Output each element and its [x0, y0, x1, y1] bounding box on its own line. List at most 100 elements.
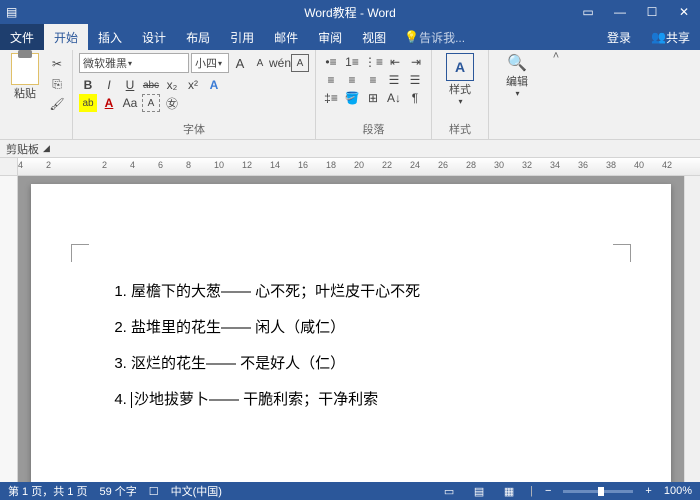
list-item[interactable]: 屋檐下的大葱—— 心不死；叶烂皮干心不死: [131, 274, 611, 310]
ruler[interactable]: 4224681012141618202224262830323436384042: [0, 158, 700, 176]
change-case-button[interactable]: Aa: [121, 94, 139, 112]
align-left-button[interactable]: ≡: [322, 71, 340, 89]
tell-me-label: 告诉我...: [419, 29, 465, 46]
tab-view[interactable]: 视图: [352, 24, 396, 50]
share-button[interactable]: 👥 共享: [641, 24, 700, 50]
font-size-value: 小四: [195, 55, 217, 71]
shading-button[interactable]: 🪣: [343, 89, 361, 107]
font-size-select[interactable]: 小四▾: [191, 53, 229, 73]
read-mode-button[interactable]: ▭: [440, 484, 458, 498]
zoom-thumb[interactable]: [598, 487, 604, 496]
zoom-level[interactable]: 100%: [664, 485, 692, 497]
zoom-slider[interactable]: [563, 490, 633, 493]
horizontal-ruler[interactable]: 4224681012141618202224262830323436384042: [18, 158, 700, 175]
dialog-launcher-icon[interactable]: ◢: [43, 143, 50, 154]
bullets-button[interactable]: •≡: [322, 53, 340, 71]
page-count[interactable]: 第 1 页，共 1 页: [8, 483, 87, 499]
tab-references[interactable]: 引用: [220, 24, 264, 50]
sort-button[interactable]: A↓: [385, 89, 403, 107]
styles-dropdown-icon[interactable]: ▾: [459, 97, 463, 106]
bold-button[interactable]: B: [79, 76, 97, 94]
vertical-ruler[interactable]: [0, 176, 18, 482]
tell-me[interactable]: 💡 告诉我...: [396, 24, 473, 50]
char-border-button[interactable]: A: [291, 54, 309, 72]
proofing-icon[interactable]: ☐: [149, 485, 159, 498]
ruler-mark: 4: [18, 160, 23, 170]
paste-button[interactable]: 粘贴: [6, 53, 44, 101]
copy-button[interactable]: ⎘: [48, 75, 66, 93]
ruler-mark: 24: [410, 160, 420, 170]
list-item[interactable]: 沤烂的花生—— 不是好人（仁）: [131, 346, 611, 382]
clipboard-pane-label[interactable]: 剪贴板 ◢: [0, 140, 700, 158]
collapse-ribbon-button[interactable]: ˄: [545, 50, 567, 139]
line-spacing-button[interactable]: ‡≡: [322, 89, 340, 107]
align-center-button[interactable]: ≡: [343, 71, 361, 89]
tab-insert[interactable]: 插入: [88, 24, 132, 50]
ruler-mark: 32: [522, 160, 532, 170]
multilevel-button[interactable]: ⋮≡: [364, 53, 383, 71]
format-painter-button[interactable]: 🖌: [48, 95, 66, 113]
distributed-button[interactable]: ☰: [406, 71, 424, 89]
zoom-out-button[interactable]: −: [545, 485, 551, 497]
styles-icon[interactable]: A: [446, 53, 474, 81]
italic-button[interactable]: I: [100, 76, 118, 94]
font-group-label: 字体: [79, 119, 309, 137]
editing-dropdown-icon[interactable]: ▾: [516, 89, 520, 98]
tab-file[interactable]: 文件: [0, 24, 44, 50]
numbered-list[interactable]: 屋檐下的大葱—— 心不死；叶烂皮干心不死 盐堆里的花生—— 闲人（咸仁） 沤烂的…: [91, 274, 611, 418]
styles-group-label: 样式: [438, 119, 482, 137]
font-color-button[interactable]: A: [100, 94, 118, 112]
share-label: 共享: [666, 29, 690, 46]
phonetic-guide-button[interactable]: wén: [271, 54, 289, 72]
increase-indent-button[interactable]: ⇥: [407, 53, 425, 71]
tab-design[interactable]: 设计: [132, 24, 176, 50]
page[interactable]: 屋檐下的大葱—— 心不死；叶烂皮干心不死 盐堆里的花生—— 闲人（咸仁） 沤烂的…: [31, 184, 671, 482]
web-layout-button[interactable]: ▦: [500, 484, 518, 498]
align-right-button[interactable]: ≡: [364, 71, 382, 89]
shrink-font-button[interactable]: A: [251, 54, 269, 72]
tab-home[interactable]: 开始: [44, 24, 88, 50]
show-marks-button[interactable]: ¶: [406, 89, 424, 107]
font-name-value: 微软雅黑: [83, 55, 127, 71]
highlight-button[interactable]: ab: [79, 94, 97, 112]
text-effects-button[interactable]: A: [205, 76, 223, 94]
document-content[interactable]: 屋檐下的大葱—— 心不死；叶烂皮干心不死 盐堆里的花生—— 闲人（咸仁） 沤烂的…: [91, 274, 611, 418]
enclose-char-button[interactable]: ㊛: [163, 94, 181, 112]
cut-button[interactable]: ✂: [48, 55, 66, 73]
numbering-button[interactable]: 1≡: [343, 53, 361, 71]
ruler-mark: 6: [158, 160, 163, 170]
decrease-indent-button[interactable]: ⇤: [386, 53, 404, 71]
zoom-in-button[interactable]: +: [645, 485, 651, 497]
tab-mailings[interactable]: 邮件: [264, 24, 308, 50]
ruler-mark: 2: [46, 160, 51, 170]
login-button[interactable]: 登录: [597, 24, 641, 50]
page-viewport[interactable]: 屋檐下的大葱—— 心不死；叶烂皮干心不死 盐堆里的花生—— 闲人（咸仁） 沤烂的…: [18, 176, 684, 482]
find-icon[interactable]: 🔍: [507, 53, 527, 73]
vertical-scrollbar[interactable]: [684, 176, 700, 482]
language-status[interactable]: 中文(中国): [171, 483, 222, 499]
font-name-select[interactable]: 微软雅黑▾: [79, 53, 189, 73]
tab-layout[interactable]: 布局: [176, 24, 220, 50]
ruler-mark: 22: [382, 160, 392, 170]
minimize-button[interactable]: —: [604, 5, 636, 19]
list-item[interactable]: 盐堆里的花生—— 闲人（咸仁）: [131, 310, 611, 346]
tab-review[interactable]: 审阅: [308, 24, 352, 50]
grow-font-button[interactable]: A: [231, 54, 249, 72]
close-button[interactable]: ✕: [668, 5, 700, 19]
justify-button[interactable]: ☰: [385, 71, 403, 89]
underline-button[interactable]: U: [121, 76, 139, 94]
subscript-button[interactable]: x₂: [163, 76, 181, 94]
list-item[interactable]: 沙地拔萝卜—— 干脆利索；干净利索: [131, 382, 611, 418]
char-shading-button[interactable]: A: [142, 94, 160, 112]
ruler-mark: 10: [214, 160, 224, 170]
superscript-button[interactable]: x²: [184, 76, 202, 94]
app-icon: ▤: [6, 5, 17, 19]
ribbon-options-icon[interactable]: ▭: [572, 5, 604, 19]
ruler-mark: 38: [606, 160, 616, 170]
strike-button[interactable]: abc: [142, 76, 160, 94]
paste-label: 粘贴: [14, 85, 36, 101]
maximize-button[interactable]: ☐: [636, 5, 668, 19]
word-count[interactable]: 59 个字: [99, 483, 136, 499]
print-layout-button[interactable]: ▤: [470, 484, 488, 498]
borders-button[interactable]: ⊞: [364, 89, 382, 107]
